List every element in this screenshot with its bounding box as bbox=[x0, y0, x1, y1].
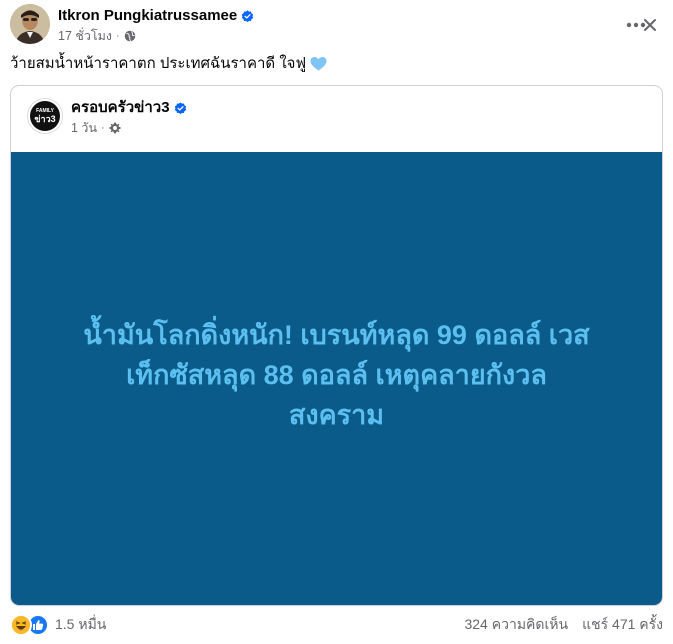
headline-line-3: สงคราม bbox=[288, 399, 385, 430]
footer-stats: 324 ความคิดเห็น แชร์ 471 ครั้ง bbox=[464, 614, 663, 636]
post-header: Itkron Pungkiatrussamee 17 ชั่วโมง · bbox=[10, 4, 663, 48]
dot-separator: · bbox=[115, 30, 120, 42]
post-timestamp[interactable]: 17 ชั่วโมง bbox=[58, 27, 112, 45]
shared-post-header: FAMILY ข่าว3 ครอบครัวข่าว3 1 วัน · bbox=[11, 86, 662, 151]
reactions-summary[interactable]: 1.5 หมื่น bbox=[10, 614, 106, 636]
author-avatar-image bbox=[10, 4, 50, 44]
close-icon bbox=[644, 19, 656, 31]
reaction-count[interactable]: 1.5 หมื่น bbox=[55, 614, 106, 636]
haha-reaction-icon bbox=[10, 614, 32, 636]
page-time-row: 1 วัน · bbox=[71, 119, 187, 137]
headline: น้ำมันโลกดิ่งหนัก! เบรนท์หลุด 99 ดอลล์ เ… bbox=[37, 315, 637, 435]
post-time-row: 17 ชั่วโมง · bbox=[58, 27, 254, 45]
comments-count[interactable]: 324 ความคิดเห็น bbox=[464, 614, 568, 636]
verified-badge-icon bbox=[174, 101, 186, 114]
shared-post-card[interactable]: FAMILY ข่าว3 ครอบครัวข่าว3 1 วัน · น้ำมั… bbox=[10, 85, 663, 606]
facebook-post: Itkron Pungkiatrussamee 17 ชั่วโมง · ว้า… bbox=[0, 0, 673, 644]
caption-text: ว้ายสมน้ำหน้าราคาตก ประเทศฉันราคาดี ใจฟู bbox=[10, 55, 307, 72]
verified-badge-icon bbox=[242, 9, 254, 22]
shared-timestamp[interactable]: 1 วัน bbox=[71, 119, 97, 137]
shares-count[interactable]: แชร์ 471 ครั้ง bbox=[582, 614, 663, 636]
gear-icon bbox=[109, 122, 121, 134]
dot-separator: · bbox=[101, 122, 105, 134]
author-avatar[interactable] bbox=[10, 4, 50, 44]
post-caption: ว้ายสมน้ำหน้าราคาตก ประเทศฉันราคาดี ใจฟู bbox=[10, 54, 327, 74]
page-avatar[interactable]: FAMILY ข่าว3 bbox=[27, 98, 63, 134]
author-meta: Itkron Pungkiatrussamee 17 ชั่วโมง · bbox=[58, 6, 254, 45]
page-name-row: ครอบครัวข่าว3 bbox=[71, 98, 187, 118]
page-name[interactable]: ครอบครัวข่าว3 bbox=[71, 98, 170, 118]
blue-heart-icon bbox=[310, 57, 327, 71]
headline-line-1: น้ำมันโลกดิ่งหนัก! เบรนท์หลุด 99 ดอลล์ เ… bbox=[83, 319, 590, 350]
post-footer: 1.5 หมื่น 324 ความคิดเห็น แชร์ 471 ครั้ง bbox=[10, 612, 663, 638]
page-logo-bottom-text: ข่าว3 bbox=[34, 114, 56, 124]
headline-line-2: เท็กซัสหลุด 88 ดอลล์ เหตุคลายกังวล bbox=[126, 359, 547, 390]
author-name[interactable]: Itkron Pungkiatrussamee bbox=[58, 6, 237, 26]
author-name-row: Itkron Pungkiatrussamee bbox=[58, 6, 254, 26]
page-meta: ครอบครัวข่าว3 1 วัน · bbox=[71, 98, 187, 137]
close-button[interactable] bbox=[635, 10, 665, 40]
page-logo: FAMILY ข่าว3 bbox=[30, 101, 60, 131]
globe-icon bbox=[124, 30, 135, 42]
shared-post-image[interactable]: น้ำมันโลกดิ่งหนัก! เบรนท์หลุด 99 ดอลล์ เ… bbox=[11, 152, 662, 605]
